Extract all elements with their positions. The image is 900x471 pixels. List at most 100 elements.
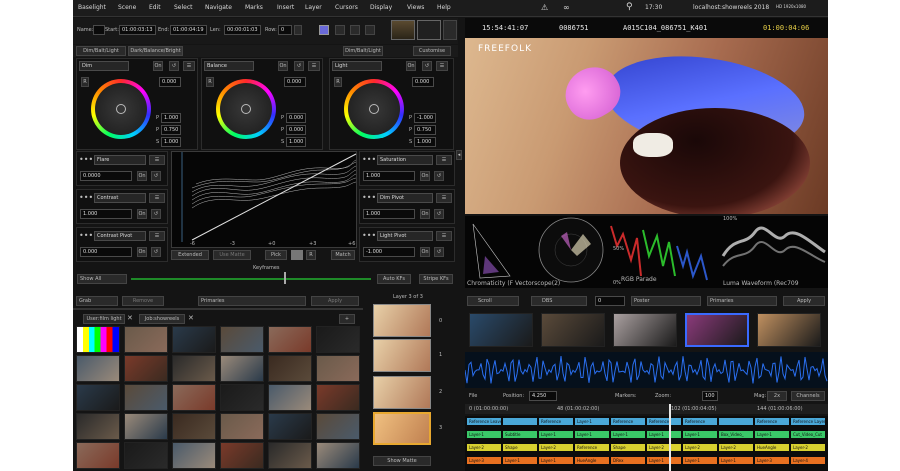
timeline-clip[interactable]: Layer-1 [683,431,717,438]
show-matte-button[interactable]: Show Matte [373,456,431,466]
wheel-p-field[interactable]: 0.000 [286,113,306,123]
wheel-p2-field[interactable]: 0.000 [286,125,306,135]
collapse-arrow-icon[interactable]: ◂ [456,150,462,160]
gallery-thumbnail[interactable] [316,355,360,382]
param-name[interactable]: Saturation [377,155,433,165]
layer-thumb-2[interactable] [373,376,431,409]
timeline-clip[interactable]: Layer-1 [683,457,717,464]
timeline-clip[interactable]: Box_Video_ [719,431,753,438]
param-value[interactable]: 0.0000 [80,171,132,181]
timeline-clip[interactable]: Reference [539,418,573,425]
wheel-name[interactable]: Light [332,61,382,71]
timeline-clip[interactable]: Layer-1 [647,457,681,464]
timeline-clip[interactable]: Reference [611,418,645,425]
color-swatch-button[interactable] [319,25,329,35]
wheel-on-button[interactable]: On [278,61,288,71]
timeline-clip[interactable]: Layer-1 [575,418,609,425]
gallery-thumbnail[interactable] [124,355,168,382]
tab-dim-balt-light-2[interactable]: Dim/Balt/Light [343,46,383,56]
wheel-on-button[interactable]: On [153,61,163,71]
timeline-clip[interactable]: Layer-1 [647,431,681,438]
gallery-thumbnail[interactable] [220,384,264,411]
timeline-clip[interactable]: Reference [683,418,717,425]
timeline-clip[interactable]: Layer-3 [467,457,501,464]
timeline-clip[interactable]: Layer-1 [539,431,573,438]
row-stepper-button[interactable] [294,25,302,35]
menu-select[interactable]: Select [174,4,193,11]
viewer-image[interactable]: FREEFOLK [465,38,828,214]
wheel-p2-field[interactable]: 0.750 [414,125,436,135]
gallery-thumbnail[interactable] [76,442,120,469]
gallery-thumbnail[interactable] [76,326,120,353]
keyframe-playhead[interactable] [284,272,286,284]
menu-icon[interactable]: ☰ [149,193,165,203]
reset-icon[interactable]: ↺ [422,61,432,71]
timeline-clip[interactable]: Reference Layer-1 [791,418,825,425]
menu-navigate[interactable]: Navigate [205,4,232,11]
param-value[interactable]: 0.000 [80,247,132,257]
menu-marks[interactable]: Marks [245,4,263,11]
expand-button[interactable] [443,20,457,40]
end-field[interactable]: 01:00:04:19 [170,25,207,35]
start-field[interactable]: 01:00:03:13 [119,25,156,35]
gallery-thumbnail[interactable] [172,384,216,411]
wheel-value[interactable]: 0.000 [412,77,434,87]
row-field[interactable]: 0 [278,25,292,35]
zoom-field[interactable]: 100 [702,391,718,401]
reset-icon[interactable]: ↺ [169,61,179,71]
gallery-thumbnail[interactable] [220,355,264,382]
gallery-thumbnail[interactable] [316,442,360,469]
show-all-dropdown[interactable]: Show All [77,274,127,284]
link-icon[interactable]: ∞ [563,3,570,12]
timeline-clip[interactable]: Layer-4 [791,457,825,464]
menu-icon[interactable]: ☰ [436,231,452,241]
playhead[interactable] [669,404,671,471]
poster-dropdown[interactable]: Poster [631,296,701,306]
wheel-name[interactable]: Dim [79,61,129,71]
timeline-clip[interactable]: Layer-1 [539,457,573,464]
gallery-thumbnail[interactable] [124,384,168,411]
gallery-thumbnail[interactable] [316,326,360,353]
gallery-thumbnail[interactable] [220,413,264,440]
timeline-clip[interactable]: Subtitle [503,431,537,438]
param-on-button[interactable]: On [137,247,147,257]
wheel-on-button[interactable]: On [406,61,416,71]
param-on-button[interactable]: On [420,247,430,257]
tab-job-showreels[interactable]: Job:showreels [139,314,185,324]
wheel-value[interactable]: 0.000 [159,77,181,87]
param-name[interactable]: Light Pivot [377,231,433,241]
layer-thumb-1[interactable] [373,339,431,372]
stripe-kfs-button[interactable]: Stripe KFs [419,274,453,284]
timeline-clip[interactable]: Reference [647,418,681,425]
timeline-clip[interactable]: Shape [503,444,537,451]
gallery-thumbnail[interactable] [268,384,312,411]
menu-icon[interactable]: ☰ [149,231,165,241]
gallery-thumbnail[interactable] [316,413,360,440]
wheel-s-field[interactable]: 1.000 [414,137,436,147]
audio-waveform[interactable] [464,352,828,388]
curve-graph[interactable]: -6 -3 +0 +3 +6 [171,151,357,248]
gallery-thumbnail[interactable] [172,326,216,353]
menu-scene[interactable]: Scene [118,4,136,11]
timeline-clip[interactable]: Layer-1 [467,431,501,438]
timeline-clip[interactable]: Layer-2 [683,444,717,451]
reset-icon[interactable]: ↺ [151,171,161,181]
pick-button[interactable]: Pick [265,250,287,260]
layer-thumb-3[interactable] [373,412,431,445]
copy-icon-button[interactable] [350,25,360,35]
match-button[interactable]: Match [331,250,355,260]
timeline-clip[interactable]: HueAngle [575,457,609,464]
name-field[interactable] [93,25,105,35]
close-icon[interactable]: ✕ [188,314,194,322]
param-value[interactable]: 1.000 [80,209,132,219]
reset-icon[interactable]: ↺ [434,209,444,219]
primaries-dropdown[interactable]: Primaries [198,296,306,306]
mag-dropdown[interactable]: 2x [767,391,787,401]
reset-icon[interactable]: ↺ [434,171,444,181]
menu-icon[interactable]: ☰ [149,155,165,165]
param-on-button[interactable]: On [420,209,430,219]
timeline-clip[interactable]: Layer-2 [791,444,825,451]
timeline-clip[interactable]: Layer-1 [575,431,609,438]
menu-baselight[interactable]: Baselight [78,4,106,11]
channels-dropdown[interactable]: Channels [791,391,825,401]
